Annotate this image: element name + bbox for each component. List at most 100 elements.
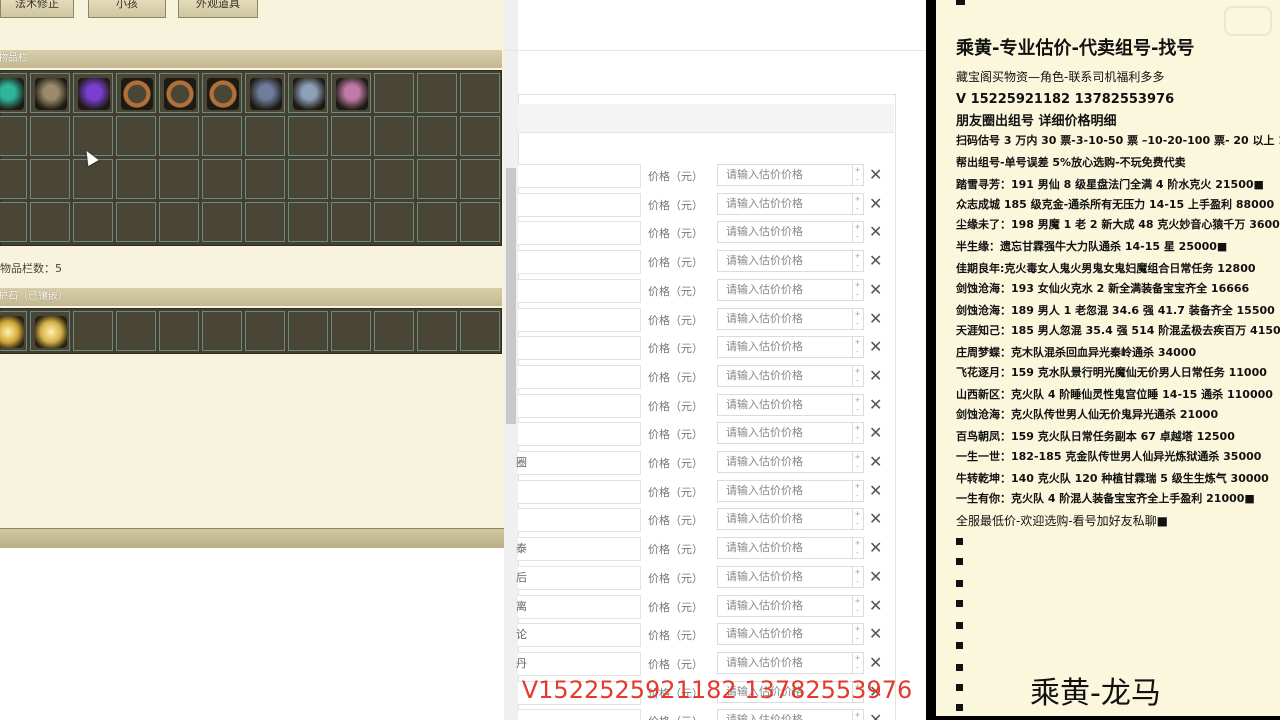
gem-slot[interactable] (116, 311, 156, 351)
gem-slot[interactable] (73, 311, 113, 351)
inventory-slot[interactable] (202, 159, 242, 199)
tab-spell-correction[interactable]: 法术修正 (0, 0, 74, 18)
inventory-slot[interactable] (116, 159, 156, 199)
price-stepper[interactable]: +- (852, 422, 864, 444)
price-input[interactable]: 请输入估价价格 (717, 336, 853, 358)
inventory-slot[interactable] (30, 202, 70, 242)
price-input[interactable]: 请输入估价价格 (717, 164, 853, 186)
gem-slot[interactable] (202, 311, 242, 351)
price-stepper[interactable]: +- (852, 508, 864, 530)
inventory-slot[interactable] (245, 159, 285, 199)
inventory-slot[interactable] (288, 202, 328, 242)
inventory-slot[interactable] (331, 116, 371, 156)
delete-row-icon[interactable]: ✕ (869, 595, 882, 617)
delete-row-icon[interactable]: ✕ (869, 709, 882, 720)
inventory-slot[interactable] (245, 202, 285, 242)
price-input[interactable]: 请输入估价价格 (717, 451, 853, 473)
inventory-slot[interactable] (417, 73, 457, 113)
inventory-slot[interactable] (159, 73, 199, 113)
price-stepper[interactable]: +- (852, 709, 864, 720)
delete-row-icon[interactable]: ✕ (869, 221, 882, 243)
price-stepper[interactable]: +- (852, 623, 864, 645)
inventory-slot[interactable] (73, 159, 113, 199)
inventory-slot[interactable] (245, 73, 285, 113)
scrollbar-thumb[interactable] (506, 168, 516, 424)
price-input[interactable]: 请输入估价价格 (717, 308, 853, 330)
price-stepper[interactable]: +- (852, 566, 864, 588)
delete-row-icon[interactable]: ✕ (869, 480, 882, 502)
price-stepper[interactable]: +- (852, 193, 864, 215)
price-input[interactable]: 请输入估价价格 (717, 193, 853, 215)
delete-row-icon[interactable]: ✕ (869, 422, 882, 444)
price-stepper[interactable]: +- (852, 221, 864, 243)
inventory-slot[interactable] (417, 202, 457, 242)
price-stepper[interactable]: +- (852, 394, 864, 416)
price-stepper[interactable]: +- (852, 652, 864, 674)
price-stepper[interactable]: +- (852, 336, 864, 358)
delete-row-icon[interactable]: ✕ (869, 164, 882, 186)
gem-slot[interactable] (0, 311, 27, 351)
inventory-slot[interactable] (159, 202, 199, 242)
price-input[interactable]: 请输入估价价格 (717, 566, 853, 588)
inventory-slot[interactable] (159, 116, 199, 156)
gem-slot[interactable] (417, 311, 457, 351)
tab-appearance-items[interactable]: 外观道具 (178, 0, 258, 18)
inventory-slot[interactable] (30, 73, 70, 113)
inventory-slot[interactable] (116, 73, 156, 113)
inventory-slot[interactable] (245, 116, 285, 156)
inventory-slot[interactable] (202, 73, 242, 113)
price-input[interactable]: 请输入估价价格 (717, 394, 853, 416)
price-input[interactable]: 请输入估价价格 (717, 422, 853, 444)
gem-slot[interactable] (159, 311, 199, 351)
delete-row-icon[interactable]: ✕ (869, 336, 882, 358)
inventory-slot[interactable] (460, 202, 500, 242)
inventory-slot[interactable] (0, 202, 27, 242)
gem-slot[interactable] (245, 311, 285, 351)
price-input[interactable]: 请输入估价价格 (717, 595, 853, 617)
delete-row-icon[interactable]: ✕ (869, 652, 882, 674)
tab-child[interactable]: 小孩 (88, 0, 166, 18)
price-stepper[interactable]: +- (852, 451, 864, 473)
price-input[interactable]: 请输入估价价格 (717, 537, 853, 559)
inventory-slot[interactable] (202, 202, 242, 242)
price-input[interactable]: 请输入估价价格 (717, 365, 853, 387)
inventory-slot[interactable] (331, 202, 371, 242)
price-stepper[interactable]: +- (852, 537, 864, 559)
inventory-slot[interactable] (288, 159, 328, 199)
inventory-slot[interactable] (116, 202, 156, 242)
inventory-slot[interactable] (0, 116, 27, 156)
inventory-slot[interactable] (0, 73, 27, 113)
price-input[interactable]: 请输入估价价格 (717, 250, 853, 272)
delete-row-icon[interactable]: ✕ (869, 566, 882, 588)
price-stepper[interactable]: +- (852, 164, 864, 186)
inventory-slot[interactable] (460, 73, 500, 113)
inventory-slot[interactable] (374, 202, 414, 242)
inventory-slot[interactable] (73, 202, 113, 242)
gem-slot[interactable] (288, 311, 328, 351)
inventory-slot[interactable] (460, 159, 500, 199)
price-input[interactable]: 请输入估价价格 (717, 709, 853, 720)
price-stepper[interactable]: +- (852, 595, 864, 617)
gem-slot[interactable] (460, 311, 500, 351)
inventory-slot[interactable] (30, 116, 70, 156)
inventory-slot[interactable] (331, 73, 371, 113)
inventory-slot[interactable] (374, 116, 414, 156)
delete-row-icon[interactable]: ✕ (869, 250, 882, 272)
price-input[interactable]: 请输入估价价格 (717, 480, 853, 502)
inventory-slot[interactable] (30, 159, 70, 199)
price-stepper[interactable]: +- (852, 308, 864, 330)
price-input[interactable]: 请输入估价价格 (717, 623, 853, 645)
inventory-slot[interactable] (331, 159, 371, 199)
inventory-slot[interactable] (417, 116, 457, 156)
price-input[interactable]: 请输入估价价格 (717, 652, 853, 674)
price-stepper[interactable]: +- (852, 250, 864, 272)
delete-row-icon[interactable]: ✕ (869, 193, 882, 215)
inventory-slot[interactable] (374, 159, 414, 199)
delete-row-icon[interactable]: ✕ (869, 623, 882, 645)
inventory-slot[interactable] (417, 159, 457, 199)
delete-row-icon[interactable]: ✕ (869, 394, 882, 416)
inventory-slot[interactable] (0, 159, 27, 199)
inventory-slot[interactable] (116, 116, 156, 156)
price-input[interactable]: 请输入估价价格 (717, 508, 853, 530)
price-input[interactable]: 请输入估价价格 (717, 279, 853, 301)
